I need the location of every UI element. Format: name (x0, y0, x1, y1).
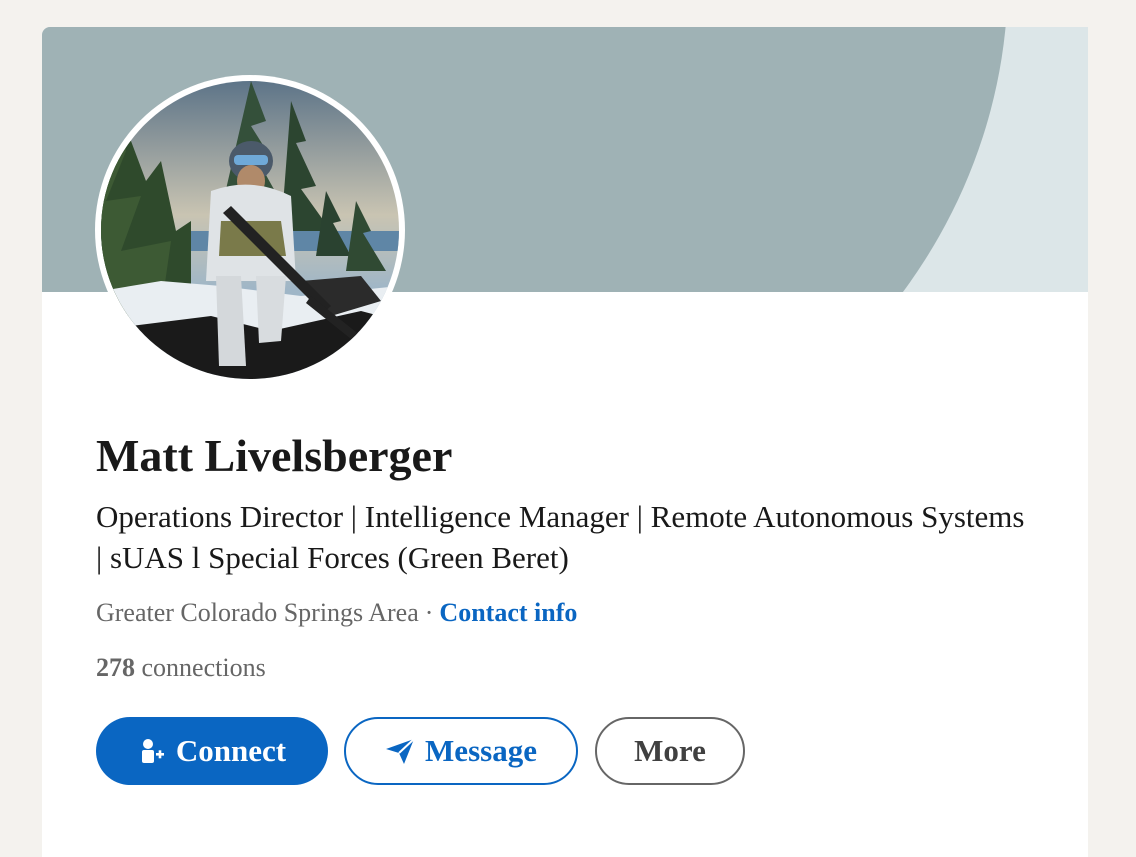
profile-photo[interactable] (95, 75, 405, 385)
location-row: Greater Colorado Springs Area · Contact in… (96, 598, 577, 628)
separator-dot: · (424, 598, 434, 627)
connections-count[interactable]: 278 connections (96, 653, 266, 683)
person-add-icon (138, 737, 166, 765)
page-background-strip (28, 27, 42, 832)
location-text: Greater Colorado Springs Area (96, 598, 419, 627)
connect-button[interactable]: Connect (96, 717, 328, 785)
more-button[interactable]: More (595, 717, 745, 785)
profile-headline: Operations Director | Intelligence Manag… (96, 499, 1025, 575)
connect-button-label: Connect (175, 733, 287, 768)
connections-number: 278 (96, 653, 135, 682)
message-button-label: Message (425, 733, 537, 768)
paper-plane-icon (385, 737, 415, 765)
profile-name: Matt Livelsberger (96, 430, 453, 481)
connections-label: connections (141, 653, 266, 682)
profile-photo-image (101, 81, 399, 379)
message-button[interactable]: Message (344, 717, 578, 785)
contact-info-link[interactable]: Contact info (439, 598, 577, 627)
more-button-label: More (634, 733, 706, 768)
